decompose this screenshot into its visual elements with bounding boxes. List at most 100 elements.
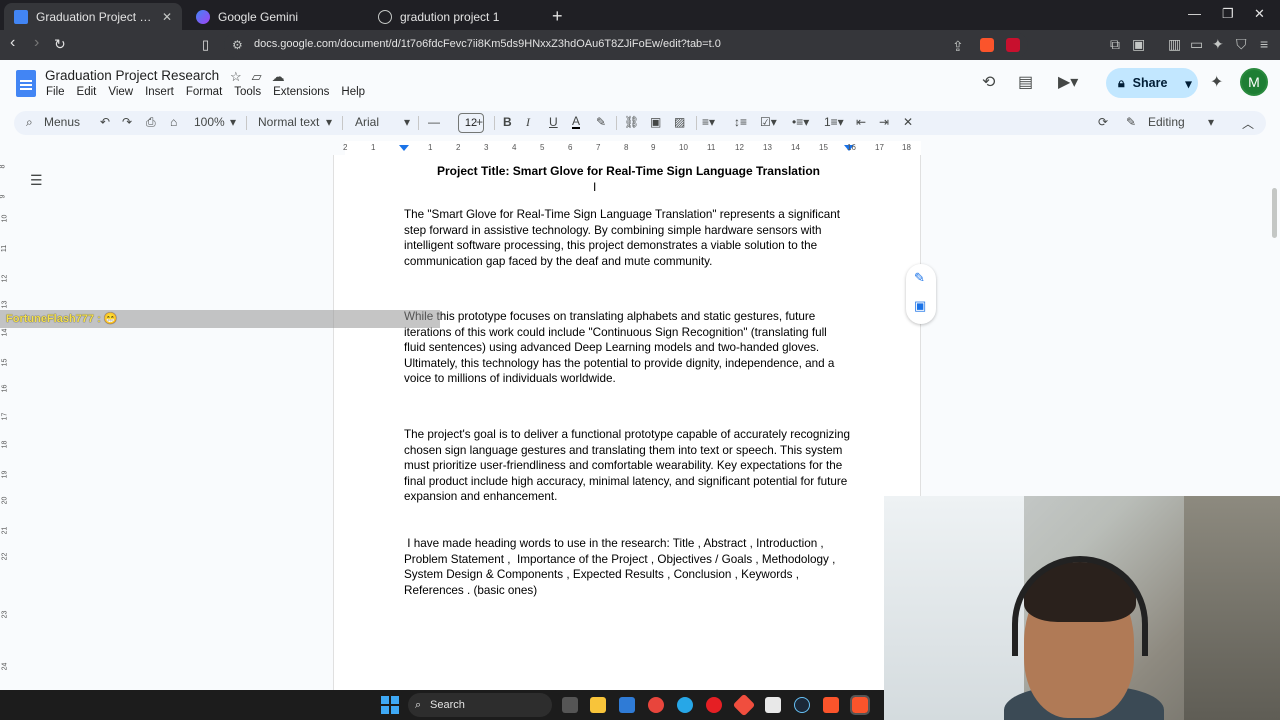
menu-format[interactable]: Format [186, 86, 222, 98]
windows-start-icon[interactable] [381, 696, 399, 714]
zoom-select[interactable]: 100% [194, 115, 225, 129]
brave-shields-icon[interactable] [980, 38, 994, 52]
share-page-icon[interactable]: ⇪ [952, 38, 964, 55]
italic-button[interactable]: I [526, 115, 530, 130]
site-info-icon[interactable]: ⚙ [232, 38, 243, 52]
docs-logo-icon[interactable] [16, 70, 36, 97]
outlook-icon[interactable] [619, 697, 635, 713]
left-indent-marker[interactable] [399, 145, 409, 151]
task-view-icon[interactable] [562, 697, 578, 713]
reload-button[interactable]: ↻ [54, 36, 66, 53]
undo-icon[interactable]: ↶ [100, 115, 110, 129]
decrease-font-size-icon[interactable]: — [428, 115, 440, 129]
paragraph-4[interactable]: I have made heading words to use in the … [404, 536, 850, 598]
text-color-button[interactable]: A [572, 115, 581, 129]
taskbar-search[interactable]: ⌕ Search [408, 693, 552, 717]
file-explorer-icon[interactable] [590, 697, 606, 713]
search-icon[interactable]: ⌕ [26, 115, 33, 130]
browser-menu-icon[interactable]: ≡ [1260, 36, 1268, 52]
chevron-down-icon[interactable]: ▾ [404, 115, 410, 129]
wallet-icon[interactable]: ▭ [1190, 36, 1203, 53]
bookmark-icon[interactable]: ▯ [202, 37, 209, 53]
menu-tools[interactable]: Tools [234, 86, 261, 98]
opera-icon[interactable] [706, 697, 722, 713]
print-icon[interactable]: ⎙ [146, 115, 156, 130]
bulleted-list-icon[interactable]: •≡▾ [792, 115, 809, 129]
leo-ai-icon[interactable]: ✦ [1212, 36, 1224, 53]
new-tab-button[interactable]: + [552, 6, 563, 27]
paint-format-icon[interactable]: ⌂ [170, 115, 177, 129]
hide-menus-icon[interactable]: ︿ [1242, 115, 1254, 132]
brave-active-icon[interactable] [850, 695, 870, 715]
document-heading[interactable]: Project Title: Smart Glove for Real-Time… [437, 164, 820, 178]
chrome-icon[interactable] [648, 697, 664, 713]
link-icon[interactable]: ⛓ [624, 115, 639, 129]
document-title[interactable]: Graduation Project Research [45, 68, 219, 83]
paragraph-2[interactable]: While this prototype focuses on translat… [404, 309, 850, 387]
clear-formatting-icon[interactable]: ✕ [903, 115, 913, 129]
minimize-button[interactable]: — [1188, 6, 1201, 21]
gemini-icon[interactable]: ✦ [1210, 72, 1223, 92]
telegram-icon[interactable] [677, 697, 693, 713]
horizontal-ruler[interactable]: 2 1 1 2 3 4 5 6 7 8 9 10 11 12 13 14 15 … [333, 141, 921, 155]
vpn-icon[interactable]: ⛉ [1236, 36, 1247, 53]
redo-icon[interactable]: ↷ [122, 115, 132, 129]
tab-graduation-project-research[interactable]: Graduation Project Research - Goo ✕ [4, 3, 182, 30]
menu-help[interactable]: Help [341, 86, 365, 98]
insert-image-icon[interactable]: ▨ [674, 115, 685, 129]
font-select[interactable]: Arial [355, 115, 379, 129]
align-icon[interactable]: ≡▾ [702, 115, 715, 129]
meet-icon[interactable]: ▶▾ [1058, 72, 1078, 92]
tab-gradution-project-1[interactable]: gradution project 1 [368, 3, 546, 30]
address-bar[interactable]: ⚙ docs.google.com/document/d/1t7o6fdcFev… [224, 32, 1028, 58]
extensions-icon[interactable]: ⧉ [1110, 36, 1120, 53]
tab-google-gemini[interactable]: Google Gemini [186, 3, 364, 30]
brave-icon[interactable] [823, 697, 839, 713]
checklist-icon[interactable]: ☑▾ [760, 115, 777, 129]
forward-button[interactable]: › [34, 34, 39, 52]
comments-icon[interactable]: ▤ [1018, 72, 1033, 92]
screenshot-icon[interactable]: ▣ [1132, 36, 1145, 53]
version-history-icon[interactable]: ⟲ [982, 72, 995, 92]
scrollbar[interactable] [1272, 188, 1277, 238]
style-select[interactable]: Normal text [258, 115, 319, 129]
restore-button[interactable]: ❐ [1222, 6, 1234, 22]
menu-extensions[interactable]: Extensions [273, 86, 329, 98]
avatar[interactable]: M [1240, 68, 1268, 96]
highlight-icon[interactable]: ✎ [596, 115, 606, 129]
close-tab-icon[interactable]: ✕ [162, 10, 172, 24]
sidebar-icon[interactable]: ▥ [1168, 36, 1181, 53]
move-folder-icon[interactable]: ▱ [252, 69, 262, 85]
chevron-down-icon[interactable]: ▾ [1208, 115, 1214, 129]
increase-indent-icon[interactable]: ⇥ [879, 115, 889, 129]
menu-view[interactable]: View [108, 86, 133, 98]
back-button[interactable]: ‹ [10, 34, 15, 52]
paragraph-3[interactable]: The project's goal is to deliver a funct… [404, 427, 850, 505]
decrease-indent-icon[interactable]: ⇤ [856, 115, 866, 129]
star-icon[interactable]: ☆ [230, 69, 242, 85]
brave-rewards-icon[interactable] [1006, 38, 1020, 52]
notion-icon[interactable] [765, 697, 781, 713]
document-outline-icon[interactable]: ☰ [30, 172, 43, 189]
underline-button[interactable]: U [549, 115, 558, 129]
share-button[interactable]: 🔒︎ Share ▾ [1106, 68, 1198, 98]
ask-gemini-icon[interactable]: ⟳ [1098, 115, 1108, 129]
menu-edit[interactable]: Edit [77, 86, 97, 98]
anydesk-icon[interactable] [732, 693, 756, 717]
editing-mode-select[interactable]: Editing [1148, 115, 1185, 129]
cloud-saved-icon[interactable]: ☁ [272, 69, 285, 85]
line-spacing-icon[interactable]: ↕≡ [734, 115, 747, 129]
chevron-down-icon[interactable]: ▾ [326, 115, 332, 129]
chevron-down-icon[interactable]: ▾ [230, 115, 236, 129]
menus-search[interactable]: Menus [44, 115, 80, 129]
menu-file[interactable]: File [46, 86, 65, 98]
steam-icon[interactable] [794, 697, 810, 713]
add-comment-icon[interactable]: ▣ [914, 298, 926, 314]
numbered-list-icon[interactable]: 1≡▾ [824, 115, 844, 129]
bold-button[interactable]: B [503, 115, 512, 129]
add-comment-icon[interactable]: ▣ [650, 115, 661, 129]
chevron-down-icon[interactable]: ▾ [1185, 76, 1191, 91]
help-me-write-icon[interactable]: ✎ [914, 270, 925, 286]
increase-font-size-icon[interactable]: + [476, 115, 483, 129]
paragraph-1[interactable]: The "Smart Glove for Real-Time Sign Lang… [404, 207, 850, 269]
